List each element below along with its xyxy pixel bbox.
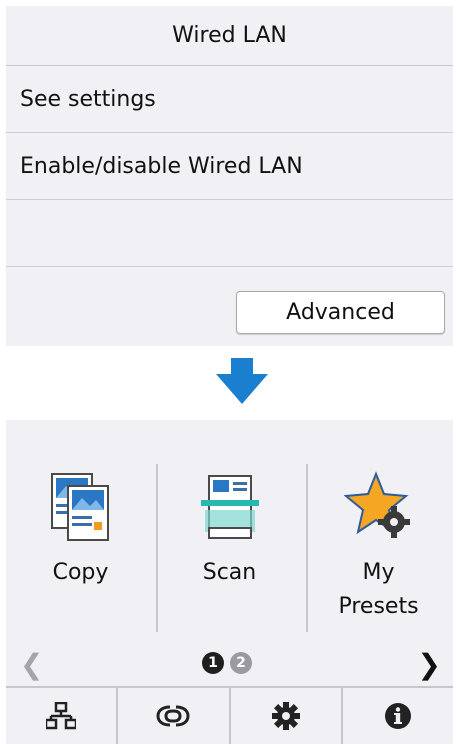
gear-icon xyxy=(271,702,300,730)
wired-lan-panel: Wired LAN See settings Enable/disable Wi… xyxy=(6,6,453,346)
copy-icon xyxy=(50,473,109,541)
wireless-connect-button[interactable] xyxy=(118,688,231,744)
menu-item-empty xyxy=(6,200,453,267)
down-arrow-icon xyxy=(216,358,268,404)
tile-divider xyxy=(156,464,158,632)
my-presets-icon xyxy=(343,471,410,538)
screen-title: Wired LAN xyxy=(6,6,453,66)
scan-tile[interactable]: Scan xyxy=(155,460,304,640)
page-indicator: ❮ 1 2 ❯ xyxy=(6,642,453,682)
info-icon xyxy=(384,703,411,729)
menu-item-enable-disable-wired-lan[interactable]: Enable/disable Wired LAN xyxy=(6,133,453,200)
tile-divider xyxy=(306,464,308,632)
network-icon xyxy=(46,702,77,730)
wireless-connect-icon xyxy=(156,705,190,727)
home-screen-panel: Copy Scan My Presets ❮ 1 2 ❯ xyxy=(6,420,453,744)
my-presets-label: My Presets xyxy=(338,560,419,619)
my-presets-tile[interactable]: My Presets xyxy=(304,460,453,640)
copy-tile[interactable]: Copy xyxy=(6,460,155,640)
scan-label: Scan xyxy=(202,560,257,585)
page-dot-1[interactable]: 1 xyxy=(202,652,224,674)
network-button[interactable] xyxy=(6,688,119,744)
next-page-icon[interactable]: ❯ xyxy=(418,648,441,681)
menu-item-see-settings[interactable]: See settings xyxy=(6,66,453,133)
previous-page-icon[interactable]: ❮ xyxy=(20,648,43,681)
settings-button[interactable] xyxy=(231,688,343,744)
copy-label: Copy xyxy=(52,560,109,585)
home-tiles: Copy Scan My Presets xyxy=(6,460,453,640)
page-dot-2[interactable]: 2 xyxy=(230,652,252,674)
info-button[interactable] xyxy=(343,688,453,744)
advanced-button[interactable]: Advanced xyxy=(236,291,445,334)
scan-icon xyxy=(200,475,259,539)
bottom-bar xyxy=(6,686,453,744)
